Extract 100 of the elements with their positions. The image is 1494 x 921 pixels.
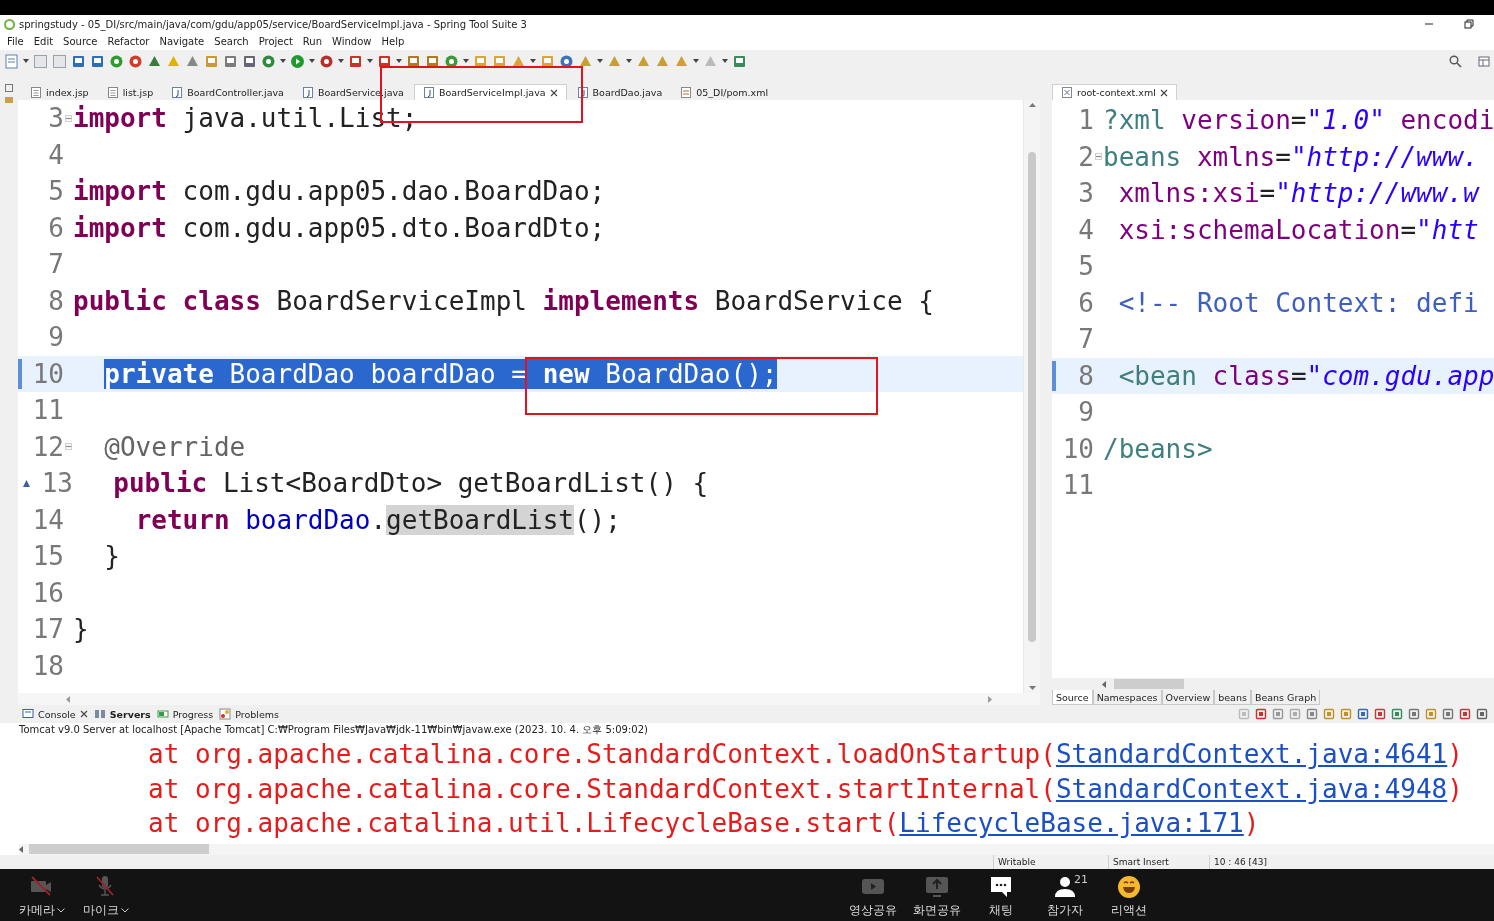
line-number: 2	[1077, 141, 1094, 172]
code-line: @Override	[103, 431, 246, 462]
view-tab[interactable]: Problems	[219, 708, 279, 721]
line-number: 18	[31, 650, 64, 681]
code-line: public List<BoardDto> getBoardList() {	[112, 468, 709, 499]
scrollbar-thumb[interactable]	[1114, 679, 1184, 689]
editor-tab[interactable]: BoardServiceImpl.java	[413, 84, 567, 100]
page-icon	[30, 85, 42, 99]
line-number: 5	[47, 176, 64, 207]
stack-trace-line: at org.apache.catalina.core.StandardContext.startInternal(	[148, 773, 1056, 804]
page-tab[interactable]: beans	[1214, 690, 1251, 705]
close-icon[interactable]	[1159, 88, 1168, 97]
smiley-icon[interactable]	[1117, 874, 1141, 899]
xml-file-icon	[680, 85, 693, 99]
screen-share-icon[interactable]	[925, 874, 949, 899]
caret-icon[interactable]	[280, 59, 286, 63]
source-link[interactable]: StandardContext.java:4948	[1055, 773, 1448, 804]
fold-toggle-icon[interactable]	[1095, 153, 1102, 161]
menu-item[interactable]: Refactor	[102, 36, 155, 47]
chat-icon[interactable]	[989, 874, 1013, 899]
toolbar-label[interactable]: 영상공유	[849, 901, 897, 919]
run-icon[interactable]	[290, 53, 305, 69]
menu-item[interactable]: Search	[209, 36, 254, 47]
toolbar-label[interactable]: 화면공유	[913, 901, 961, 919]
page-tab[interactable]: Source	[1052, 690, 1093, 705]
line-number: 9	[1077, 397, 1094, 428]
menu-item[interactable]: Help	[376, 36, 410, 47]
code-line: <bean class="com.gdu.app	[1117, 360, 1494, 391]
caret-icon[interactable]	[530, 59, 536, 63]
page-tab[interactable]: Overview	[1161, 690, 1215, 705]
scrollbar-thumb[interactable]	[29, 844, 209, 855]
restore-icon[interactable]	[1464, 19, 1474, 29]
caret-icon[interactable]	[23, 59, 29, 63]
editor-tab[interactable]: list.jsp	[98, 84, 162, 100]
code-line: beans xmlns="http://www.	[1103, 141, 1479, 172]
fold-toggle-icon[interactable]	[65, 443, 72, 451]
caret-icon[interactable]	[396, 59, 402, 63]
line-number: 5	[1077, 251, 1094, 282]
toolbar-label[interactable]: 카메라	[19, 901, 55, 919]
view-tab[interactable]: Progress	[156, 708, 214, 721]
page-tab[interactable]: Namespaces	[1092, 690, 1162, 705]
menu-item[interactable]: Run	[297, 36, 328, 47]
menu-item[interactable]: Navigate	[154, 36, 210, 47]
scrollbar-thumb[interactable]	[1028, 151, 1036, 642]
line-number: 14	[31, 504, 64, 535]
code-line: import com.gdu.app05.dao.BoardDao;	[73, 176, 606, 207]
code-line: }	[103, 541, 120, 572]
close-icon[interactable]	[549, 88, 558, 97]
restore-view-icon[interactable]	[5, 84, 13, 92]
leaf-icon	[4, 18, 15, 30]
source-link[interactable]: StandardContext.java:4641	[1055, 739, 1448, 770]
source-link[interactable]: LifecycleBase.java:171	[899, 808, 1244, 839]
chevron-down-icon[interactable]	[121, 907, 129, 913]
caret-icon[interactable]	[597, 59, 603, 63]
caret-icon[interactable]	[338, 59, 344, 63]
page-tab[interactable]: Beans Graph	[1250, 690, 1321, 705]
view-tab[interactable]: Console	[22, 708, 88, 721]
fold-toggle-icon[interactable]	[65, 114, 72, 122]
scroll-up-icon[interactable]	[1028, 103, 1036, 107]
editor-tab[interactable]: index.jsp	[22, 84, 97, 100]
java-file-icon	[301, 85, 314, 99]
toolbar-label[interactable]: 마이크	[83, 901, 119, 919]
editor-tab[interactable]: root-context.xml	[1052, 84, 1177, 100]
caret-icon[interactable]	[626, 59, 632, 63]
scroll-left-icon[interactable]	[1102, 680, 1106, 688]
menu-item[interactable]: Project	[253, 36, 298, 47]
line-number: 7	[47, 249, 64, 280]
editor-tab[interactable]: BoardController.java	[163, 84, 292, 100]
caret-icon[interactable]	[309, 59, 315, 63]
participant-count: 21	[1074, 872, 1088, 886]
code-line: xmlns:xsi="http://www.w	[1117, 178, 1479, 209]
toolbar-label[interactable]: 채팅	[989, 901, 1013, 919]
line-number: 16	[31, 577, 64, 608]
caret-icon[interactable]	[693, 59, 699, 63]
view-tab[interactable]: Servers	[93, 708, 151, 721]
perspective-icon[interactable]	[1478, 55, 1490, 67]
close-icon[interactable]	[79, 710, 88, 719]
caret-icon[interactable]	[463, 59, 469, 63]
menu-item[interactable]: Edit	[28, 36, 59, 47]
menu-item[interactable]: File	[2, 36, 29, 47]
scroll-down-icon[interactable]	[1028, 686, 1036, 690]
window-title: springstudy - 05_DI/src/main/java/com/gdu/app05/service/BoardServiceImpl.java - Spring Tool Suite 3	[19, 18, 528, 30]
scroll-right-icon[interactable]	[988, 695, 992, 703]
line-number: 10	[31, 358, 64, 389]
search-icon[interactable]	[1449, 54, 1462, 68]
chevron-down-icon[interactable]	[57, 907, 65, 913]
editor-tab[interactable]: 05_DI/pom.xml	[672, 84, 777, 100]
editor-tab[interactable]: BoardDao.java	[568, 84, 671, 100]
toolbar-label[interactable]: 리액션	[1111, 901, 1147, 919]
stack-trace-line: at org.apache.catalina.util.LifecycleBase.start(	[148, 808, 900, 839]
menu-item[interactable]: Window	[327, 36, 377, 47]
caret-icon[interactable]	[367, 59, 373, 63]
scroll-left-icon[interactable]	[19, 845, 23, 853]
line-number: 17	[31, 614, 64, 645]
menu-item[interactable]: Source	[58, 36, 103, 47]
toolbar-label[interactable]: 참가자	[1047, 901, 1083, 919]
scroll-left-icon[interactable]	[66, 695, 70, 703]
stack-trace-line: at org.apache.catalina.core.StandardContext.loadOnStartup(	[148, 739, 1056, 770]
line-number: 1	[1077, 105, 1094, 136]
caret-icon[interactable]	[722, 59, 728, 63]
